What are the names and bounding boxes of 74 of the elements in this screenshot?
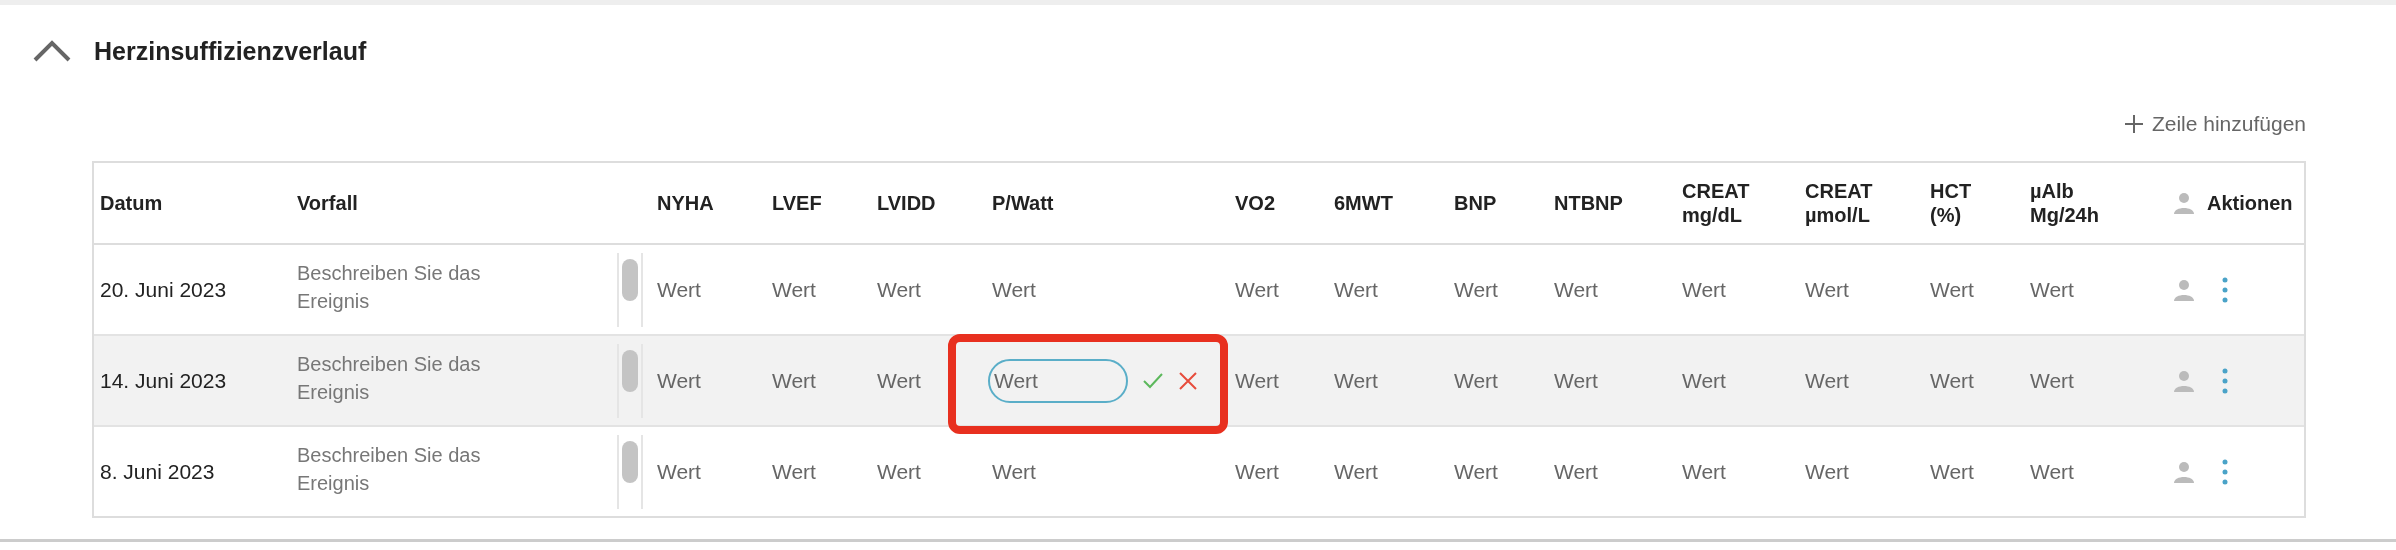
value-cell: Wert <box>772 277 816 302</box>
column-header: HCT (%) <box>1930 179 1972 227</box>
value-cell: Wert <box>1805 277 1849 302</box>
column-header: Vorfall <box>297 191 358 215</box>
value-cell: Wert <box>1334 368 1378 393</box>
column-header: µAlb Mg/24h <box>2030 179 2099 227</box>
value-input[interactable]: Wert <box>988 358 1128 403</box>
column-header: P/Watt <box>992 191 1054 215</box>
value-cell: Wert <box>992 459 1036 484</box>
scrollbar-thumb[interactable] <box>622 349 638 392</box>
value-cell: Wert <box>1454 277 1498 302</box>
value-cell: Wert <box>1805 368 1849 393</box>
value-cell: Wert <box>992 277 1036 302</box>
value-cell: Wert <box>1334 277 1378 302</box>
column-header: LVIDD <box>877 191 936 215</box>
value-cell: Wert <box>1235 368 1279 393</box>
scrollbar-thumb[interactable] <box>622 258 638 301</box>
section-title: Herzinsuffizienzverlauf <box>94 36 367 66</box>
date-cell: 14. Juni 2023 <box>100 368 227 393</box>
value-cell: Wert <box>2030 277 2074 302</box>
close-icon[interactable] <box>1178 370 1198 391</box>
value-cell: Wert <box>2030 459 2074 484</box>
value-cell: Wert <box>1454 459 1498 484</box>
column-header: NTBNP <box>1554 191 1623 215</box>
value-cell: Wert <box>1805 459 1849 484</box>
value-cell: Wert <box>1554 368 1598 393</box>
chevron-icon[interactable] <box>32 39 72 63</box>
event-field[interactable]: Beschreiben Sie das Ereignis <box>297 349 547 412</box>
value-cell: Wert <box>1930 277 1974 302</box>
person-icon[interactable] <box>2173 459 2197 484</box>
column-header: LVEF <box>772 191 822 215</box>
column-header: Aktionen <box>2207 191 2293 215</box>
value-cell: Wert <box>1930 368 1974 393</box>
value-cell: Wert <box>1682 459 1726 484</box>
column-header: CREAT µmol/L <box>1805 179 1873 227</box>
value-cell: Wert <box>657 368 701 393</box>
value-cell: Wert <box>1682 277 1726 302</box>
value-cell: Wert <box>877 277 921 302</box>
date-cell: 8. Juni 2023 <box>100 459 215 484</box>
column-header: NYHA <box>657 191 714 215</box>
value-cell: Wert <box>1682 368 1726 393</box>
plus-icon <box>2123 114 2144 134</box>
value-cell: Wert <box>877 459 921 484</box>
event-field[interactable]: Beschreiben Sie das Ereignis <box>297 258 547 321</box>
value-cell: Wert <box>877 368 921 393</box>
more-icon[interactable] <box>2221 458 2229 485</box>
column-header: VO2 <box>1235 191 1276 215</box>
column-header: CREAT mg/dL <box>1682 179 1750 227</box>
event-field[interactable]: Beschreiben Sie das Ereignis <box>297 440 547 503</box>
add-row-button[interactable]: Zeile hinzufügen <box>2123 105 2306 143</box>
check-icon[interactable] <box>1142 371 1164 390</box>
person-icon[interactable] <box>2173 277 2197 302</box>
value-cell: Wert <box>1334 459 1378 484</box>
person-icon <box>2173 191 2197 215</box>
value-cell: Wert <box>1554 277 1598 302</box>
person-icon[interactable] <box>2173 368 2197 393</box>
value-cell: Wert <box>772 368 816 393</box>
value-cell: Wert <box>1554 459 1598 484</box>
value-cell: Wert <box>657 277 701 302</box>
column-header: BNP <box>1454 191 1497 215</box>
column-header: 6MWT <box>1334 191 1393 215</box>
value-cell: Wert <box>657 459 701 484</box>
column-header: Datum <box>100 191 163 215</box>
value-cell: Wert <box>1235 459 1279 484</box>
date-cell: 20. Juni 2023 <box>100 277 227 302</box>
value-cell: Wert <box>1454 368 1498 393</box>
value-cell: Wert <box>2030 368 2074 393</box>
more-icon[interactable] <box>2221 276 2229 303</box>
value-cell: Wert <box>1235 277 1279 302</box>
more-icon[interactable] <box>2221 367 2229 394</box>
value-cell: Wert <box>1930 459 1974 484</box>
value-cell: Wert <box>772 459 816 484</box>
scrollbar-thumb[interactable] <box>622 440 638 483</box>
table-row[interactable]: 8. Juni 2023 Beschreiben Sie das Ereignis Wert Wert Wert Wert Wert Wert Wert Wert Wert Wert Wert Wert <box>94 427 2304 516</box>
